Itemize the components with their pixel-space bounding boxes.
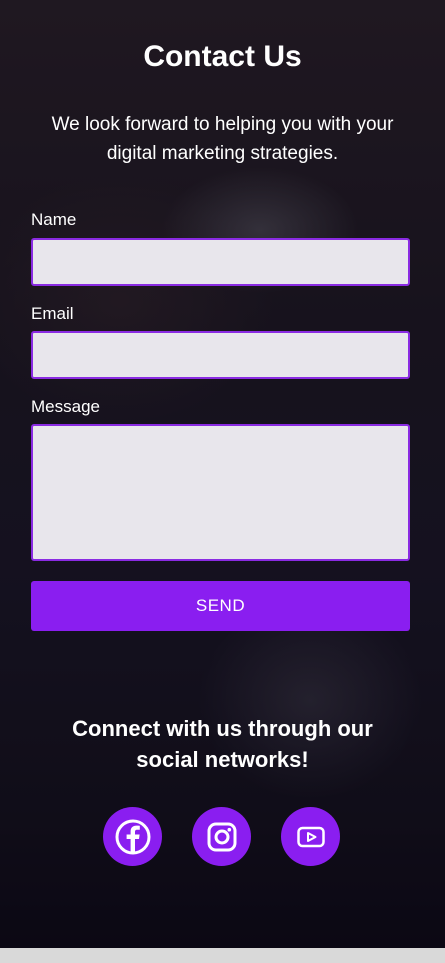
message-field[interactable] (31, 424, 410, 561)
name-label: Name (31, 210, 77, 229)
page-title: Contact Us (143, 40, 302, 73)
youtube-icon (296, 826, 325, 848)
email-field[interactable] (31, 331, 410, 379)
facebook-button[interactable] (103, 807, 162, 866)
instagram-button[interactable] (192, 807, 251, 866)
browser-bottom-bar (0, 948, 445, 963)
facebook-icon (114, 818, 152, 856)
page-subtitle: We look forward to helping you with your… (51, 114, 394, 164)
instagram-icon (207, 822, 237, 852)
name-field[interactable] (31, 238, 410, 286)
email-label: Email (31, 304, 74, 323)
send-button[interactable]: SEND (31, 581, 410, 631)
youtube-button[interactable] (281, 807, 340, 866)
message-label: Message (31, 397, 100, 416)
social-heading: Connect with us through our social netwo… (72, 716, 373, 772)
